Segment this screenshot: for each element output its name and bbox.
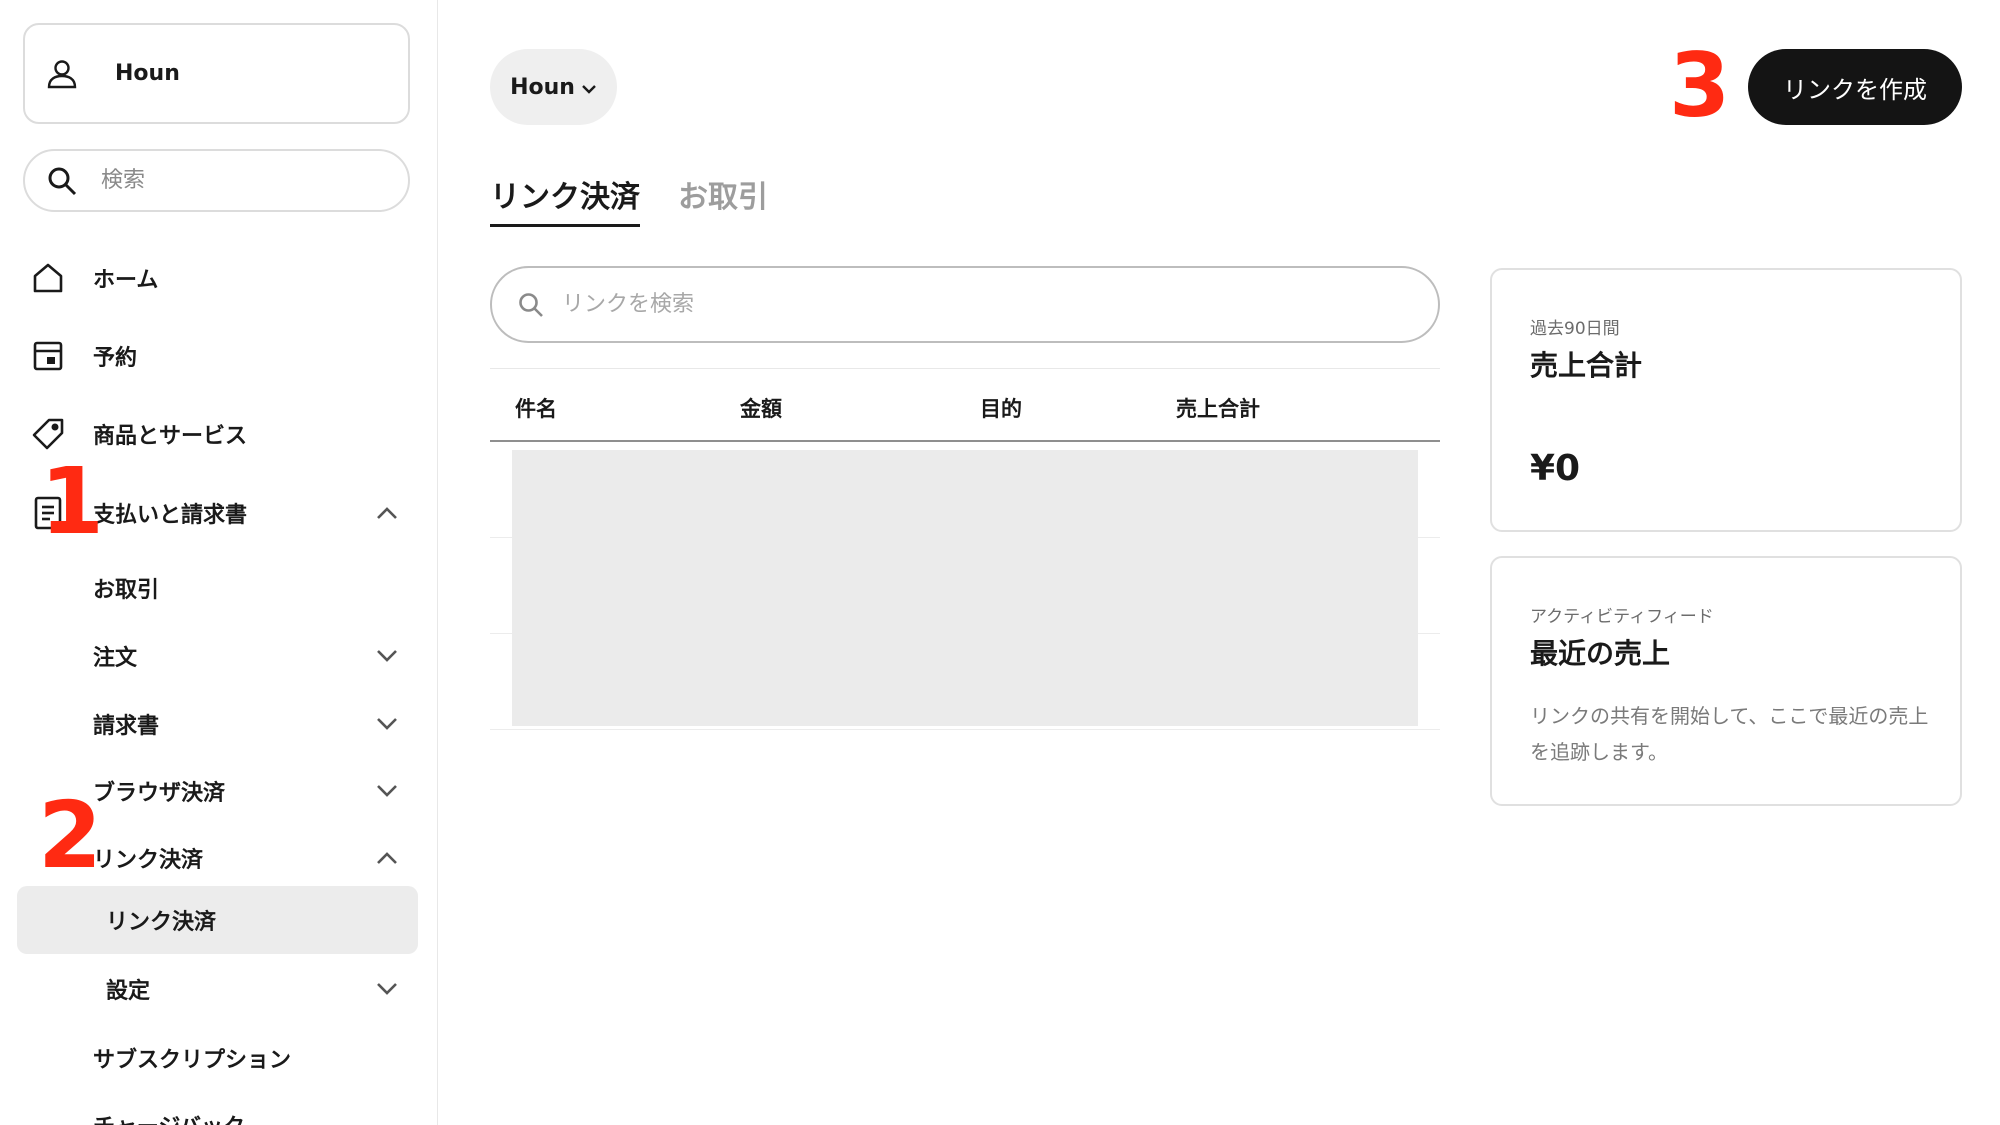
annotation-marker-2: 2: [38, 782, 103, 889]
chevron-down-icon[interactable]: [374, 643, 400, 669]
chevron-down-icon[interactable]: [374, 778, 400, 804]
account-name: Houn: [115, 61, 180, 86]
sidebar-item-invoices[interactable]: 請求書: [0, 694, 437, 754]
tab-transactions[interactable]: お取引: [678, 172, 768, 227]
chevron-down-icon[interactable]: [374, 976, 400, 1002]
tag-icon: [30, 416, 66, 452]
sidebar-item-label: 注文: [93, 646, 138, 671]
sidebar-item-label: 予約: [93, 346, 138, 371]
sales-total-card: 過去90日間 売上合計 ¥0: [1490, 268, 1962, 532]
sidebar-item-transactions[interactable]: お取引: [0, 558, 437, 618]
app-root: Houn ホーム: [0, 0, 2000, 1125]
activity-feed-card: アクティビティフィード 最近の売上 リンクの共有を開始して、ここで最近の売上を追…: [1490, 556, 1962, 806]
sidebar-item-label: 商品とサービス: [93, 424, 248, 449]
sidebar-item-label: お取引: [93, 578, 160, 603]
create-link-button[interactable]: リンクを作成: [1748, 49, 1962, 125]
sidebar-search-input[interactable]: [101, 168, 381, 193]
sidebar-item-orders[interactable]: 注文: [0, 626, 437, 686]
sidebar-item-label: 設定: [106, 979, 151, 1004]
search-icon: [45, 164, 79, 198]
column-header-amount[interactable]: 金額: [740, 393, 782, 423]
activity-feed-title: 最近の売上: [1530, 637, 1671, 670]
tab-link-payments[interactable]: リンク決済: [490, 172, 640, 227]
user-icon: [41, 53, 83, 95]
tab-bar: リンク決済 お取引: [490, 172, 768, 227]
sidebar-item-label: 請求書: [93, 714, 160, 739]
account-dropdown-label: Houn: [510, 74, 575, 100]
sidebar-item-subscriptions[interactable]: サブスクリプション: [0, 1028, 437, 1088]
activity-feed-description: リンクの共有を開始して、ここで最近の売上を追跡します。: [1530, 704, 1929, 764]
sidebar-item-link-payments-active[interactable]: リンク決済: [17, 886, 418, 954]
sidebar-item-settings[interactable]: 設定: [0, 959, 437, 1019]
chevron-up-icon[interactable]: [374, 500, 400, 526]
link-search[interactable]: [490, 266, 1440, 343]
search-icon: [516, 290, 546, 320]
annotation-marker-3: 3: [1669, 34, 1731, 137]
chevron-down-icon[interactable]: [374, 711, 400, 737]
chevron-down-icon: [581, 75, 597, 100]
activity-feed-label: アクティビティフィード: [1530, 607, 1714, 627]
sales-total-period: 過去90日間: [1530, 319, 1620, 339]
sales-total-amount: ¥0: [1530, 448, 1581, 489]
column-header-total-sales[interactable]: 売上合計: [1176, 393, 1260, 423]
sidebar: Houn ホーム: [0, 0, 438, 1125]
chevron-up-icon[interactable]: [374, 845, 400, 871]
sidebar-item-label: チャージバック: [93, 1109, 245, 1125]
sidebar-item-label: サブスクリプション: [93, 1048, 292, 1073]
sidebar-item-chargebacks[interactable]: チャージバック: [0, 1095, 437, 1125]
links-table: 件名 金額 目的 売上合計: [490, 368, 1440, 730]
sidebar-item-label: ブラウザ決済: [93, 781, 226, 806]
column-header-purpose[interactable]: 目的: [980, 393, 1022, 423]
table-header: 件名 金額 目的 売上合計: [490, 368, 1440, 442]
sidebar-item-home[interactable]: ホーム: [0, 248, 437, 308]
sales-total-title: 売上合計: [1530, 349, 1643, 382]
account-switcher[interactable]: Houn: [23, 23, 410, 124]
sidebar-item-reservations[interactable]: 予約: [0, 326, 437, 386]
annotation-marker-1: 1: [40, 448, 105, 555]
sidebar-item-label: ホーム: [93, 268, 159, 293]
sidebar-item-label: リンク決済: [93, 848, 204, 873]
loading-placeholder: [512, 450, 1418, 726]
column-header-subject[interactable]: 件名: [515, 393, 557, 423]
home-icon: [30, 260, 66, 296]
link-search-input[interactable]: [562, 292, 1382, 317]
sidebar-item-label: リンク決済: [106, 910, 217, 935]
sidebar-item-label: 支払いと請求書: [93, 503, 248, 528]
main-content: Houn 3 リンクを作成 リンク決済 お取引 件名 金額 目的: [438, 0, 2000, 1125]
calendar-icon: [30, 338, 66, 374]
account-dropdown[interactable]: Houn: [490, 49, 617, 125]
sidebar-search[interactable]: [23, 149, 410, 212]
